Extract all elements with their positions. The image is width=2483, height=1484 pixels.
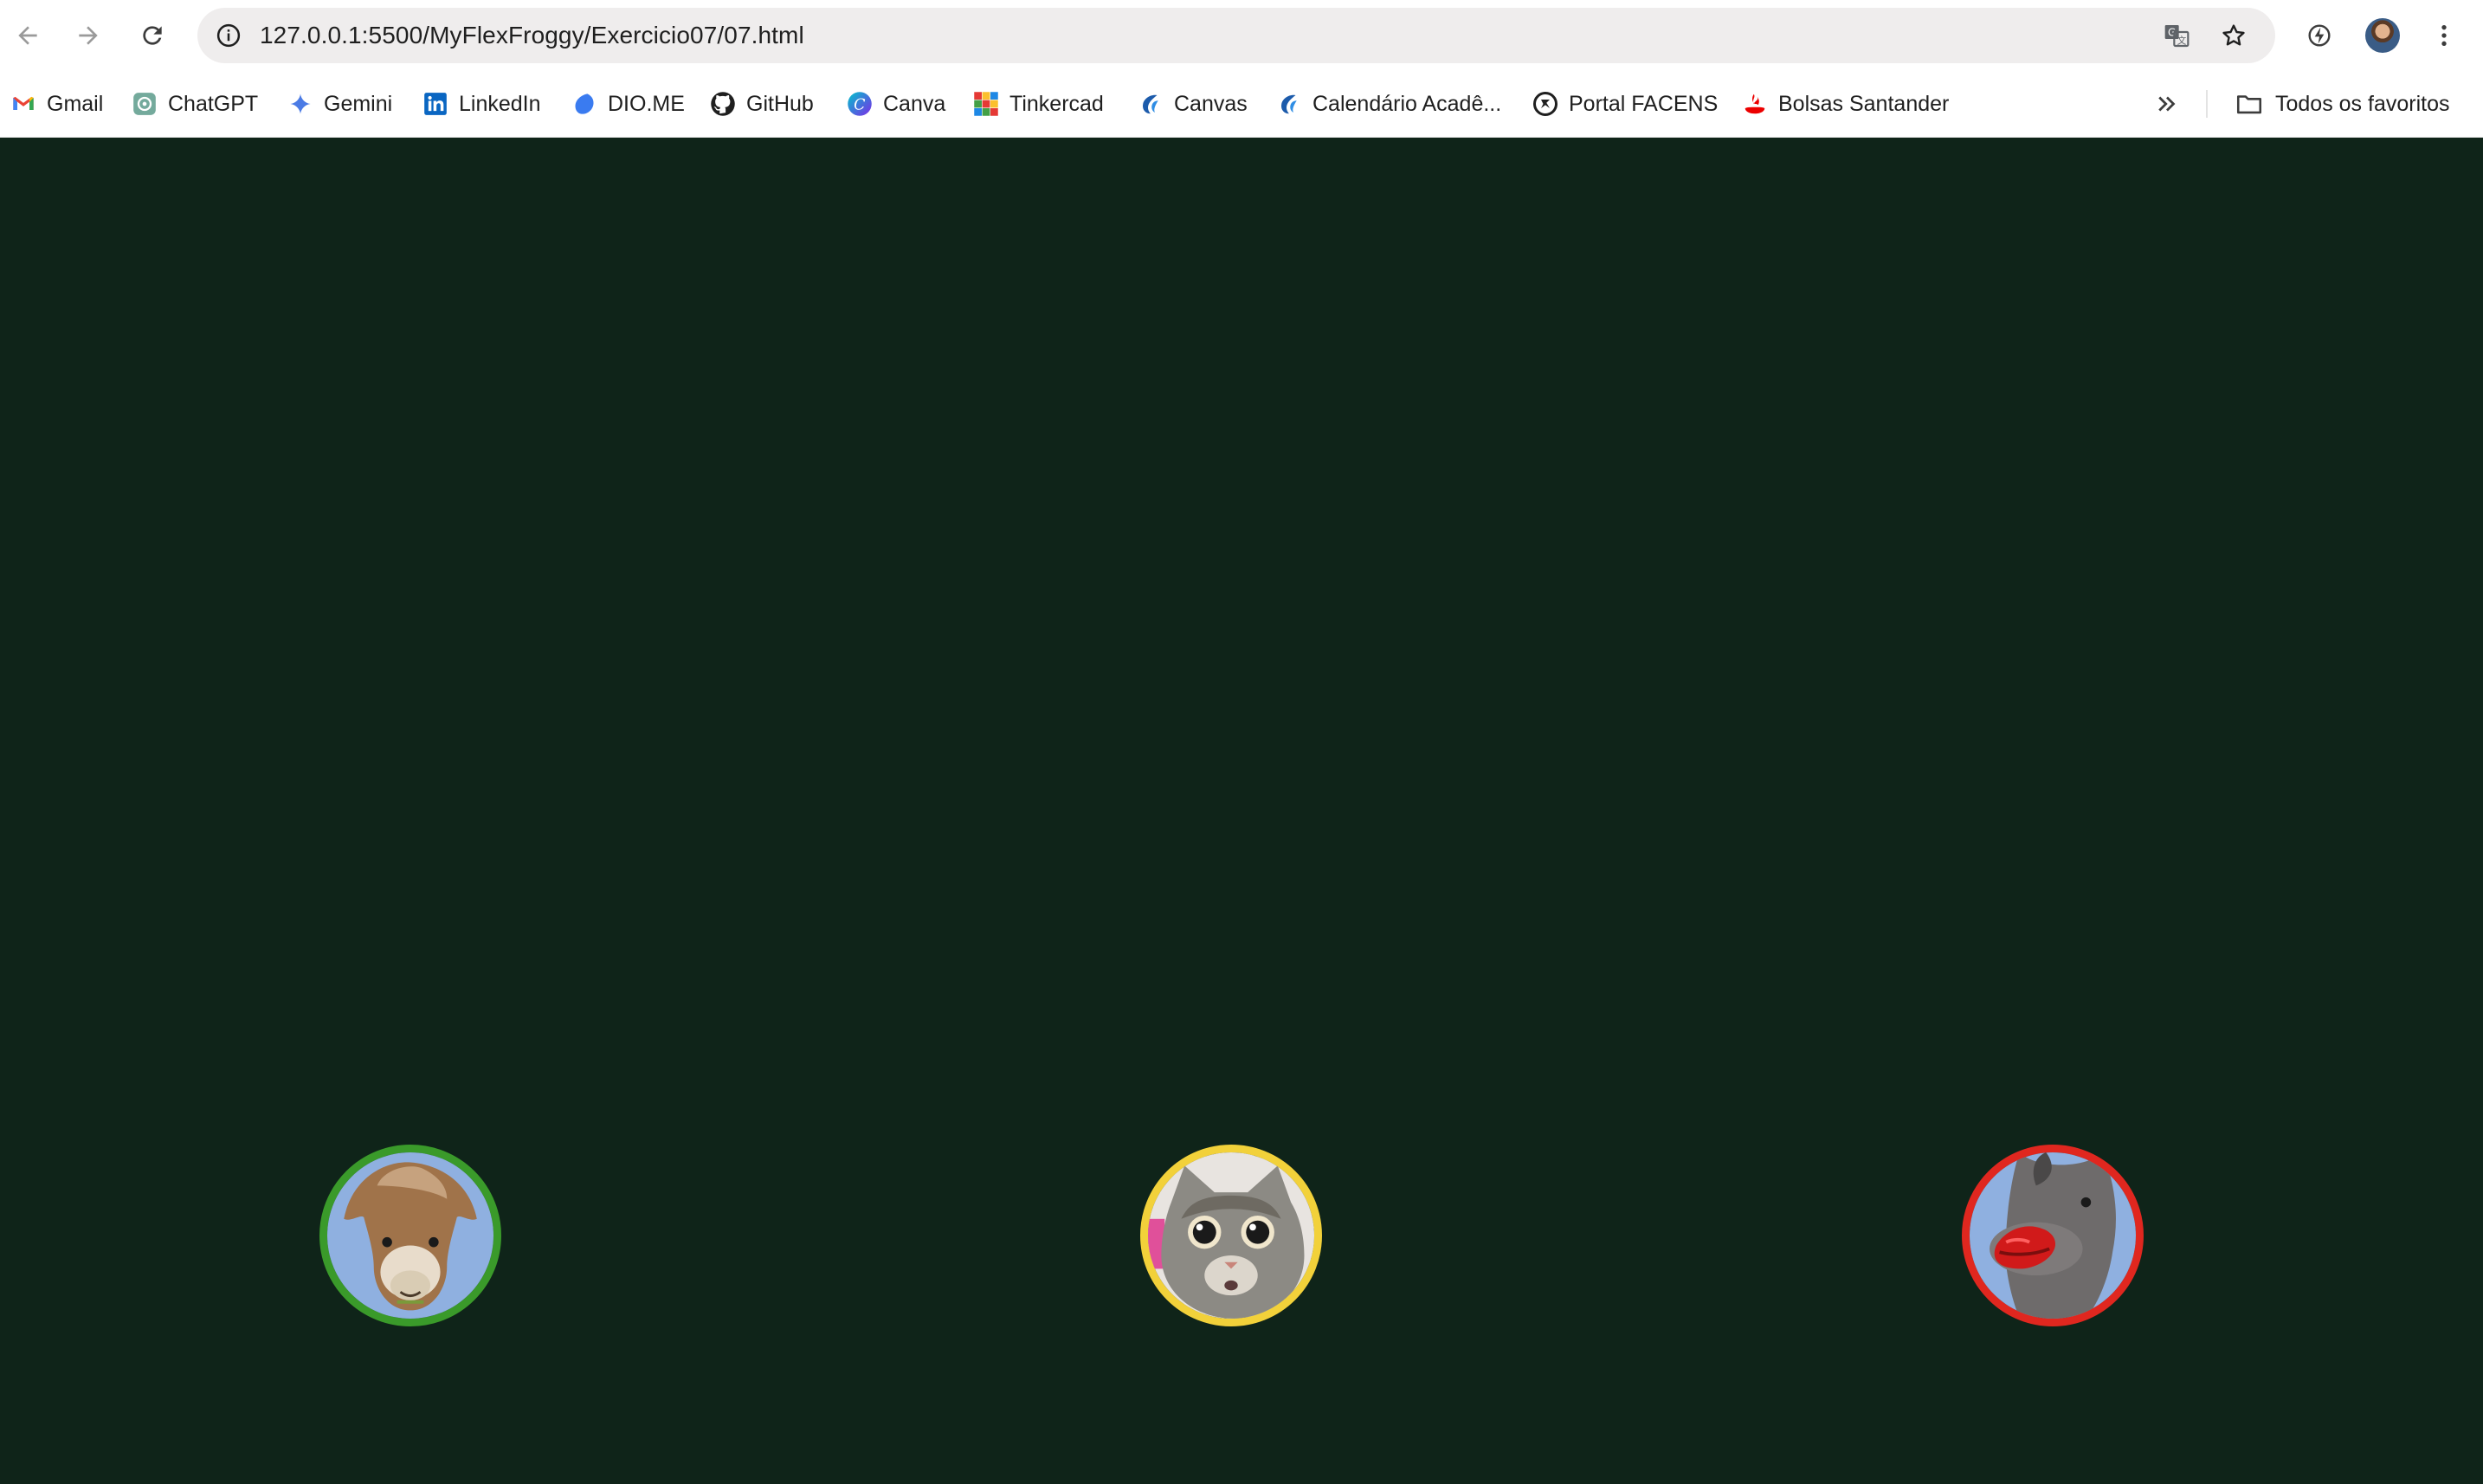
chatgpt-icon [132, 91, 158, 117]
horse-face-image [1970, 1152, 2136, 1319]
translate-icon[interactable]: G文 [2161, 20, 2192, 51]
gemini-icon [287, 91, 313, 117]
bookmark-label: LinkedIn [459, 91, 541, 116]
bookmark-label: Calendário Acadê... [1312, 91, 1502, 116]
bookmark-github[interactable]: GitHub [710, 71, 814, 137]
address-bar[interactable]: 127.0.0.1:5500/MyFlexFroggy/Exercicio07/… [197, 8, 2275, 63]
bookmark-label: Bolsas Santander [1778, 91, 1950, 116]
reload-button[interactable] [135, 18, 170, 53]
svg-text:C: C [854, 96, 866, 113]
frog-cat [1140, 1145, 1322, 1326]
bookmarks-divider [2206, 90, 2208, 118]
bookmark-label: DIO.ME [608, 91, 685, 116]
back-button[interactable] [10, 18, 45, 53]
santander-icon [1742, 91, 1768, 117]
gmail-icon [10, 91, 36, 117]
profile-avatar[interactable] [2365, 18, 2400, 53]
bookmark-linkedin[interactable]: LinkedIn [422, 71, 541, 137]
bookmarks-bar: Gmail ChatGPT Gemini LinkedIn DIO.ME Git… [0, 71, 2483, 138]
bookmark-label: Canvas [1174, 91, 1248, 116]
dio-icon [571, 91, 597, 117]
facens-icon [1532, 91, 1558, 117]
tinkercad-icon [973, 91, 999, 117]
site-info-icon[interactable] [213, 20, 244, 51]
bookmark-gemini[interactable]: Gemini [287, 71, 392, 137]
canva-icon: C [847, 91, 873, 117]
forward-button[interactable] [71, 18, 106, 53]
bookmark-santander[interactable]: Bolsas Santander [1742, 71, 1949, 137]
bookmark-label: ChatGPT [168, 91, 259, 116]
forward-arrow-icon [79, 26, 98, 45]
bookmark-dio[interactable]: DIO.ME [571, 71, 685, 137]
bookmark-canva[interactable]: C Canva [847, 71, 945, 137]
frog-horse [1962, 1145, 2144, 1326]
chevron-double-right-icon [2154, 91, 2180, 117]
more-menu-icon[interactable] [2428, 19, 2460, 52]
cat-face-image [1148, 1152, 1314, 1319]
reload-icon [143, 26, 162, 45]
canvas-icon [1276, 91, 1302, 117]
linkedin-icon [422, 91, 448, 117]
llama-face-image [327, 1152, 493, 1319]
url-text[interactable]: 127.0.0.1:5500/MyFlexFroggy/Exercicio07/… [260, 8, 804, 63]
github-icon [710, 91, 736, 117]
frog-llama [319, 1145, 501, 1326]
folder-icon [2234, 91, 2265, 117]
bookmark-calendario[interactable]: Calendário Acadê... [1276, 71, 1501, 137]
bookmark-chatgpt[interactable]: ChatGPT [132, 71, 258, 137]
browser-toolbar: 127.0.0.1:5500/MyFlexFroggy/Exercicio07/… [0, 0, 2483, 71]
bookmark-label: Gmail [47, 91, 104, 116]
bookmark-label: Canva [883, 91, 946, 116]
back-arrow-icon [18, 26, 37, 45]
bookmark-label: GitHub [746, 91, 814, 116]
bookmark-label: Gemini [324, 91, 393, 116]
bookmark-canvas[interactable]: Canvas [1138, 71, 1248, 137]
bookmark-label: Tinkercad [1009, 91, 1104, 116]
all-bookmarks-label: Todos os favoritos [2275, 91, 2450, 116]
canvas-icon [1138, 91, 1164, 117]
more-bookmarks-button[interactable] [2154, 71, 2190, 137]
performance-icon[interactable] [2303, 19, 2336, 52]
bookmark-tinkercad[interactable]: Tinkercad [973, 71, 1104, 137]
bookmark-portal-facens[interactable]: Portal FACENS [1532, 71, 1718, 137]
bookmark-star-icon[interactable] [2218, 20, 2249, 51]
bookmark-gmail[interactable]: Gmail [10, 71, 103, 137]
svg-text:文: 文 [2177, 35, 2187, 46]
bookmark-label: Portal FACENS [1569, 91, 1719, 116]
all-bookmarks-button[interactable]: Todos os favoritos [2234, 71, 2450, 137]
